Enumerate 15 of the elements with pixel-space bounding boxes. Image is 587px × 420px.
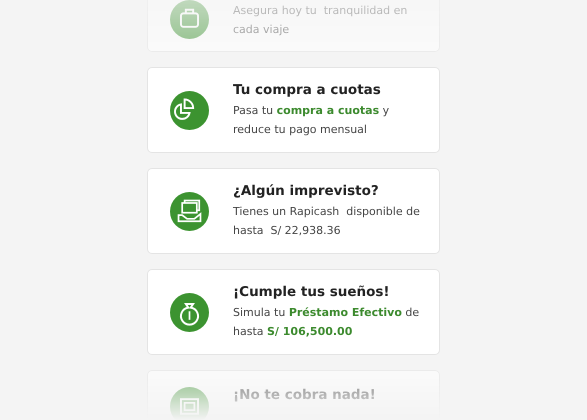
offer-card[interactable]: Tu compra a cuotas Pasa tu compra a cuotas y reduce tu pago mensual [147,67,440,153]
offer-card[interactable]: ¡Cumple tus sueños! Simula tu Préstamo Efectivo de hasta S/ 106,500.00 [147,269,440,355]
card-title: ¡Cumple tus sueños! [233,284,391,300]
card-description: Asegura hoy tu tranquilidad en cada viaje [233,3,408,38]
luggage-icon [170,0,209,39]
pie-icon [170,90,209,130]
offer-card[interactable]: ¿Algún imprevisto? Tienes un Rapicash disponible de hasta S/ 22,938.36 [147,168,440,254]
card-description: Simula tu Préstamo Efectivo de hasta S/ 106,500.00 [233,304,420,340]
card-icon [170,387,209,420]
card-description: Pasa tu compra a cuotas y reduce tu pago mensual [233,102,390,138]
card-title: ¡No te cobra nada! [233,387,376,403]
card-title: Tu compra a cuotas [233,82,382,98]
card-title: ¿Algún imprevisto? [233,182,380,198]
card-description: Tienes un Rapicash disponible de hasta S/ 22,938.36 [233,204,421,238]
cash-hand-icon [170,192,209,230]
